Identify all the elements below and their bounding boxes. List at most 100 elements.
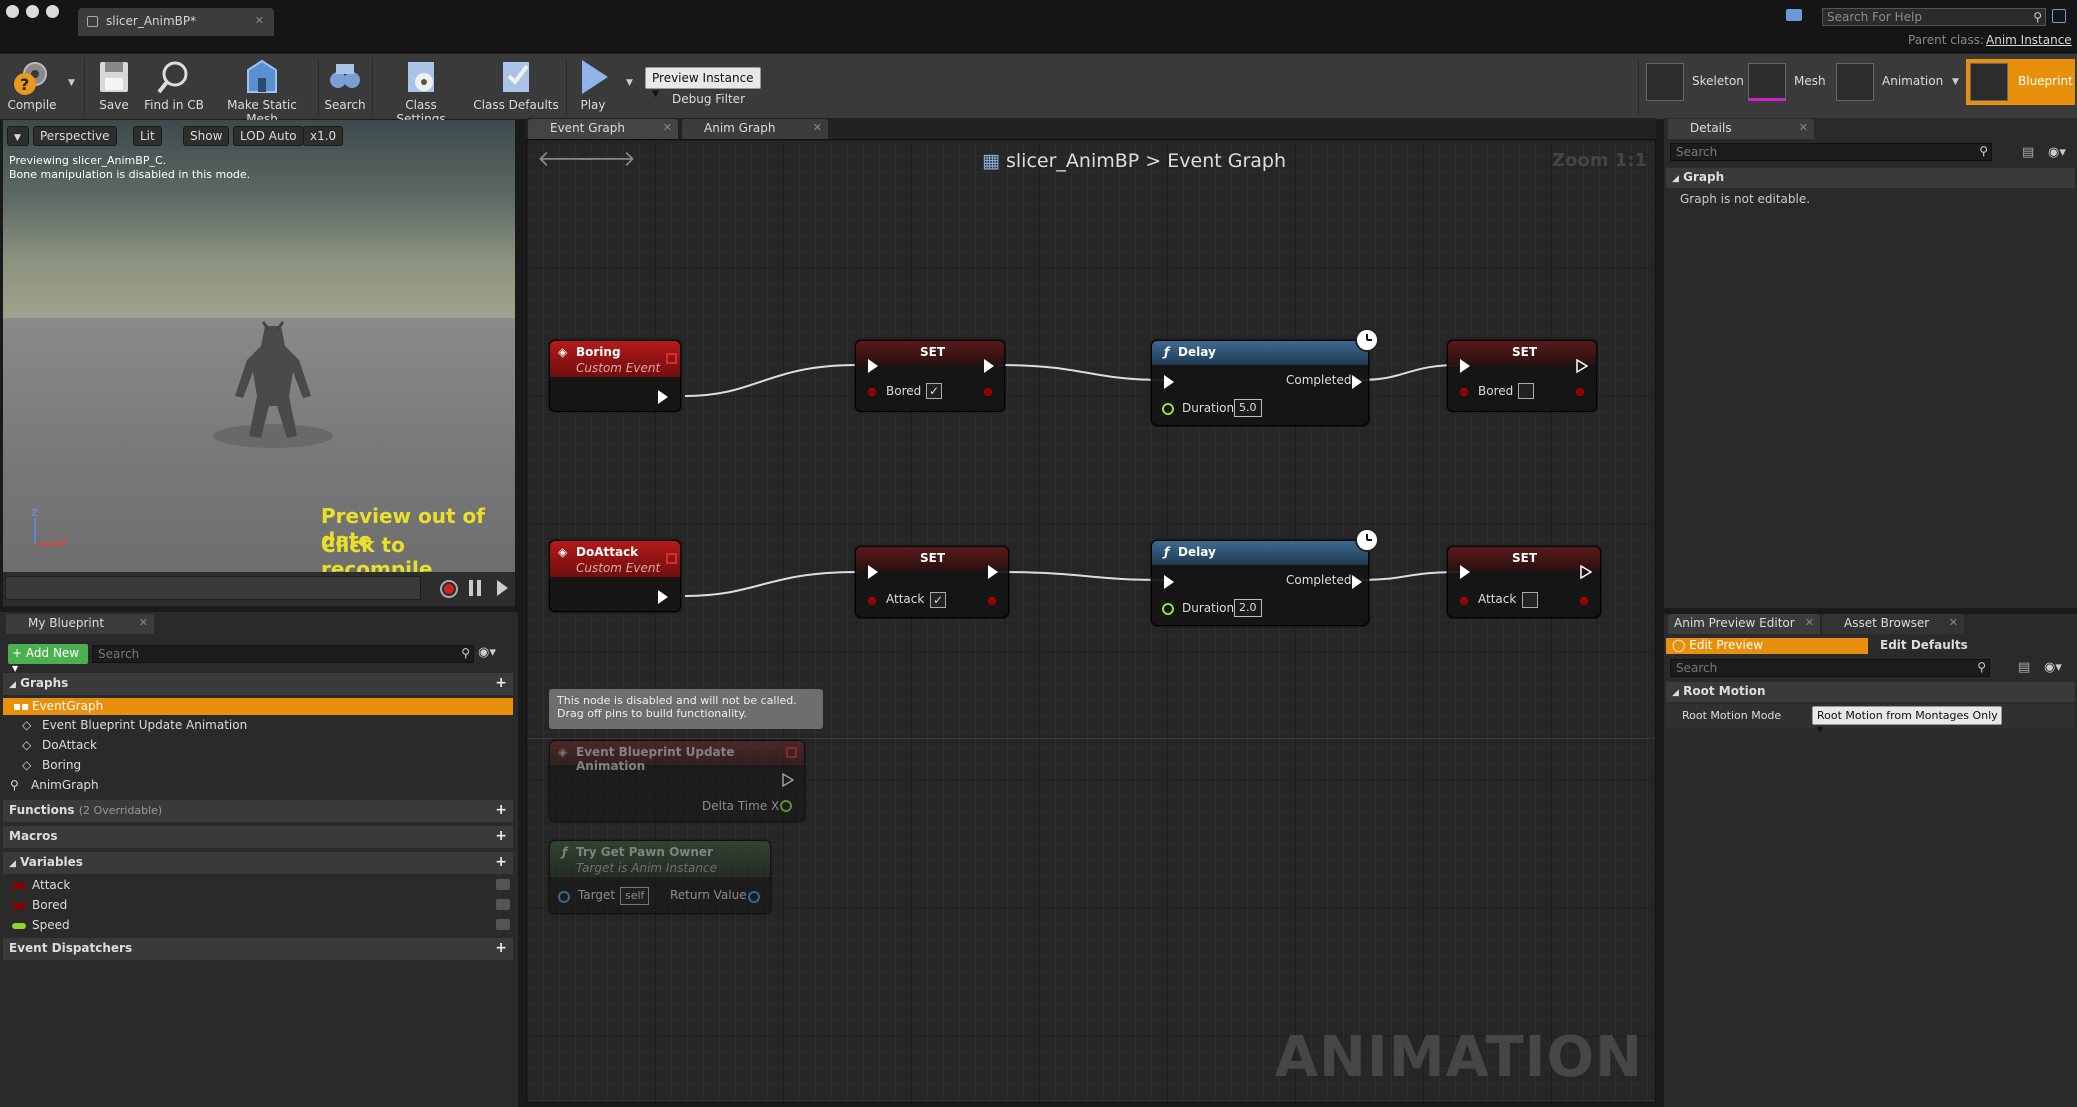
mode-blueprint-button[interactable]: Blueprint [1966, 59, 2075, 105]
perspective-button[interactable]: Perspective [33, 126, 117, 146]
parent-class-link[interactable]: Anim Instance [1986, 33, 2072, 47]
graphs-section-header[interactable]: ◢ Graphs + [3, 673, 513, 695]
close-tab-icon[interactable]: ✕ [813, 121, 822, 134]
lod-button[interactable]: LOD Auto [233, 126, 304, 146]
search-button[interactable]: Search [324, 54, 366, 120]
tree-item-eventgraph[interactable]: ▪▪ EventGraph [3, 698, 513, 715]
exec-out-pin[interactable] [988, 565, 998, 579]
try-get-pawn-owner-node-disabled[interactable]: ƒ Try Get Pawn Owner Target is Anim Inst… [549, 840, 771, 914]
list-view-icon[interactable]: ▤ [2018, 660, 2030, 675]
tree-item-animgraph[interactable]: ⚲ AnimGraph [10, 778, 490, 794]
delta-time-float-pin[interactable] [780, 800, 792, 812]
variable-visibility-icon[interactable] [496, 919, 510, 930]
bool-out-pin[interactable] [1576, 388, 1584, 396]
edit-preview-tab[interactable]: ◯ Edit Preview [1666, 638, 1868, 654]
close-tab-icon[interactable]: ✕ [255, 14, 264, 27]
close-tab-icon[interactable]: ✕ [1949, 616, 1958, 629]
completed-exec-out-pin[interactable] [1352, 575, 1362, 589]
close-window-dot[interactable] [6, 5, 19, 18]
compile-options-chevron-icon[interactable]: ▼ [68, 78, 75, 88]
document-tab[interactable]: slicer_AnimBP* ✕ [78, 8, 274, 36]
list-view-icon[interactable]: ▤ [2022, 145, 2034, 160]
bool-in-pin[interactable] [868, 597, 876, 605]
tree-item-ebua[interactable]: ◇ Event Blueprint Update Animation [22, 718, 502, 734]
bool-in-pin[interactable] [868, 388, 876, 396]
minimize-window-dot[interactable] [26, 5, 39, 18]
add-dispatcher-plus-icon[interactable]: + [495, 940, 507, 956]
timeline-scrubber[interactable] [5, 576, 421, 600]
exec-out-pin-unconnected[interactable] [1576, 358, 1589, 374]
mode-mesh-button[interactable]: Mesh [1744, 59, 1826, 105]
class-settings-button[interactable]: Class Settings [380, 54, 462, 126]
variable-visibility-icon[interactable] [496, 899, 510, 910]
viewport-menu-button[interactable]: ▼ [7, 126, 29, 146]
return-value-pin[interactable] [748, 891, 760, 903]
macros-section-header[interactable]: Macros + [3, 826, 513, 848]
target-self-value[interactable]: self [620, 887, 650, 905]
attack-checkbox-checked[interactable]: ✓ [930, 592, 946, 608]
tab-anim-preview-editor[interactable]: Anim Preview Editor ✕ [1668, 614, 1820, 634]
exec-in-pin[interactable] [1460, 359, 1470, 373]
exec-out-pin-unconnected[interactable] [782, 772, 795, 788]
details-search-input[interactable]: Search ⚲ [1670, 143, 1992, 161]
details-tab[interactable]: Details ✕ [1668, 119, 1814, 139]
exec-out-pin[interactable] [984, 359, 994, 373]
tab-anim-graph[interactable]: Anim Graph ✕ [682, 119, 828, 139]
set-attack-false-node[interactable]: SET Attack [1447, 546, 1601, 618]
variable-row-speed[interactable]: Speed [12, 918, 512, 934]
root-motion-mode-select[interactable]: Root Motion from Montages Only ▼ [1812, 706, 2002, 734]
feedback-icon[interactable] [1786, 9, 1802, 21]
attack-checkbox-unchecked[interactable] [1522, 592, 1538, 608]
tab-event-graph[interactable]: Event Graph ✕ [528, 119, 678, 139]
help-search-input[interactable]: Search For Help ⚲ [1822, 8, 2046, 26]
set-bored-true-node[interactable]: SET Bored ✓ [855, 340, 1005, 412]
bool-out-pin[interactable] [984, 388, 992, 396]
playback-speed-button[interactable]: x1.0 [303, 126, 344, 146]
help-icon[interactable] [2052, 9, 2066, 23]
boring-event-node[interactable]: ◈ Boring Custom Event [549, 340, 681, 412]
set-bored-false-node[interactable]: SET Bored [1447, 340, 1597, 412]
exec-out-pin[interactable] [658, 390, 668, 404]
exec-in-pin[interactable] [868, 565, 878, 579]
exec-in-pin[interactable] [868, 359, 878, 373]
step-forward-button[interactable] [497, 580, 508, 596]
compile-button[interactable]: ? Compile [4, 54, 60, 120]
close-tab-icon[interactable]: ✕ [663, 121, 672, 134]
add-new-button[interactable]: + Add New ▼ [8, 644, 88, 673]
close-tab-icon[interactable]: ✕ [1805, 616, 1814, 629]
mode-animation-button[interactable]: Animation ▼ [1832, 59, 1960, 105]
close-tab-icon[interactable]: ✕ [139, 616, 148, 629]
variable-visibility-icon[interactable] [496, 879, 510, 890]
exec-out-pin[interactable] [658, 590, 668, 604]
maximize-window-dot[interactable] [46, 5, 59, 18]
graph-section-header[interactable]: ◢ Graph [1666, 168, 2075, 188]
exec-in-pin[interactable] [1460, 565, 1470, 579]
variable-row-attack[interactable]: Attack [12, 878, 512, 894]
root-motion-section-header[interactable]: ◢ Root Motion [1666, 682, 2075, 702]
tab-asset-browser[interactable]: Asset Browser ✕ [1822, 614, 1964, 634]
set-attack-true-node[interactable]: SET Attack ✓ [855, 546, 1009, 618]
tree-item-boring[interactable]: ◇ Boring [22, 758, 502, 774]
pause-button[interactable] [469, 580, 481, 596]
bool-in-pin[interactable] [1460, 597, 1468, 605]
preview-instance-dropdown[interactable]: Preview Instance ▼ [645, 67, 761, 99]
duration-float-pin[interactable] [1162, 603, 1174, 615]
exec-in-pin[interactable] [1164, 375, 1174, 389]
doattack-event-node[interactable]: ◈ DoAttack Custom Event [549, 540, 681, 612]
find-in-cb-button[interactable]: Find in CB [144, 54, 204, 120]
make-static-mesh-button[interactable]: Make Static Mesh [212, 54, 312, 126]
edit-defaults-tab[interactable]: Edit Defaults [1874, 638, 2074, 654]
play-options-chevron-icon[interactable]: ▼ [626, 78, 633, 88]
bored-checkbox-unchecked[interactable] [1518, 383, 1534, 399]
lit-button[interactable]: Lit [133, 126, 162, 146]
animation-mode-chevron-icon[interactable]: ▼ [1952, 77, 1959, 87]
mode-skeleton-button[interactable]: Skeleton [1642, 59, 1744, 105]
my-blueprint-tab[interactable]: My Blueprint ✕ [6, 614, 154, 634]
delegate-pin-icon[interactable] [666, 353, 677, 364]
visibility-eye-icon[interactable]: ◉▾ [478, 645, 496, 660]
delegate-pin-icon[interactable] [786, 747, 797, 758]
close-tab-icon[interactable]: ✕ [1799, 121, 1808, 134]
play-button[interactable]: Play [570, 54, 616, 120]
my-blueprint-search-input[interactable]: Search ⚲ [92, 645, 474, 663]
exec-in-pin[interactable] [1164, 575, 1174, 589]
